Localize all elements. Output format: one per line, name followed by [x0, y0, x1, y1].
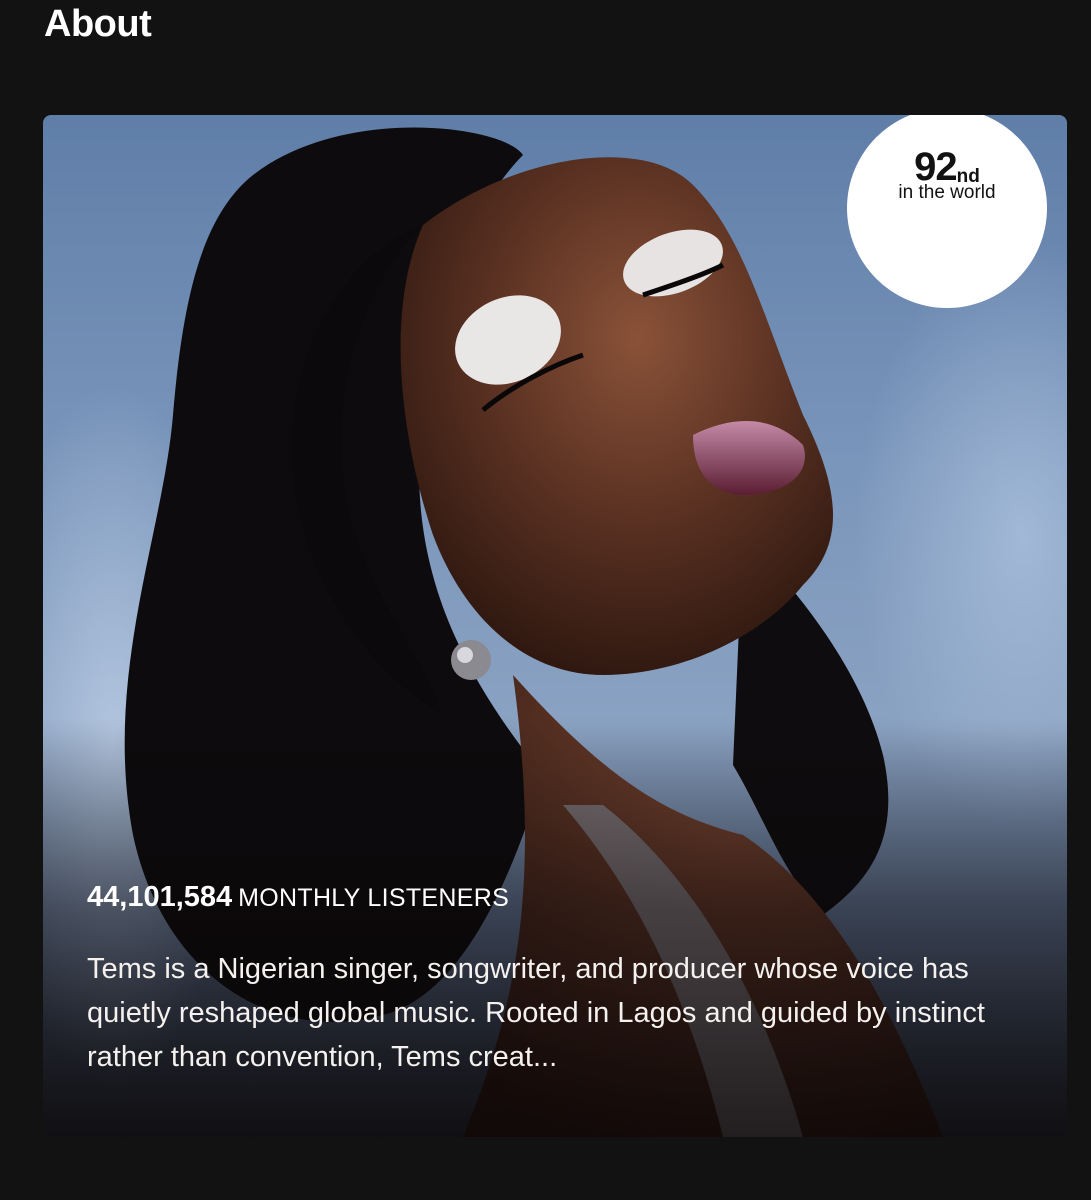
world-rank-badge: 92nd in the world: [847, 115, 1047, 308]
listeners-count: 44,101,584: [87, 881, 233, 913]
listeners-label: MONTHLY LISTENERS: [238, 884, 510, 912]
monthly-listeners: 44,101,584 MONTHLY LISTENERS: [87, 880, 509, 915]
rank-label: in the world: [898, 182, 996, 203]
about-card[interactable]: 92nd in the world 44,101,584 MONTHLY LIST…: [43, 115, 1067, 1137]
artist-bio[interactable]: Tems is a Nigerian singer, songwriter, a…: [87, 947, 1027, 1079]
section-title: About: [44, 3, 152, 45]
